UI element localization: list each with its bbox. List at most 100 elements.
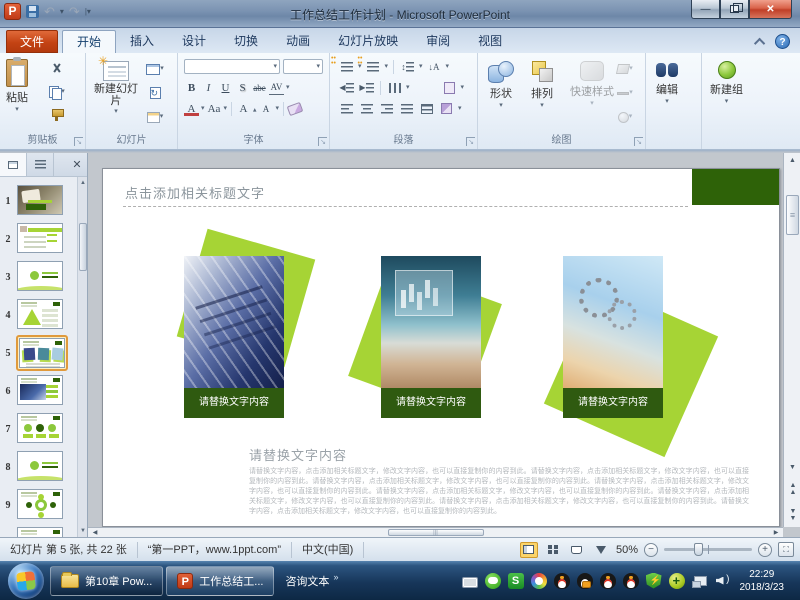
new-group-button[interactable]: 新建组 ▾ [710,61,743,105]
card-caption-1[interactable]: 请替换文字内容 [184,388,284,418]
security-plus-icon[interactable] [669,573,685,589]
decrease-indent-button[interactable]: ◀ [338,80,355,95]
shape-effects-button[interactable]: ▾ [616,109,634,125]
card-caption-3[interactable]: 请替换文字内容 [563,388,663,418]
next-slide-button[interactable]: ▼▼ [784,508,800,523]
line-spacing-button[interactable]: ↕ [399,59,416,74]
zoom-in-button[interactable]: + [758,543,772,557]
align-right-button[interactable] [378,101,395,116]
font-dialog-launcher-icon[interactable]: ↘ [318,137,327,146]
editing-button[interactable]: 编辑 ▾ [656,61,678,105]
wechat-icon[interactable] [485,573,501,589]
messenger-icon[interactable]: S [508,573,524,589]
reset-button[interactable] [146,85,164,101]
taskbar-toolbar[interactable]: 咨询文本 » [277,573,346,589]
horizontal-scrollbar[interactable]: ◀ ||| ▶ [88,527,783,537]
tab-animations[interactable]: 动画 [272,30,324,53]
vertical-scroll-thumb[interactable] [786,195,799,235]
tab-insert[interactable]: 插入 [116,30,168,53]
qq-icon-2[interactable] [577,573,593,589]
slide-thumbnail-3[interactable]: 3 [0,258,77,296]
collapse-ribbon-icon[interactable] [754,37,765,48]
section-button[interactable]: ▾ [146,109,164,125]
view-reading-button[interactable] [568,542,586,558]
arrange-button[interactable]: 排列 ▾ [530,61,554,109]
clear-formatting-icon[interactable] [287,101,304,115]
tab-transitions[interactable]: 切换 [220,30,272,53]
previous-slide-button[interactable]: ▲▲ [784,482,800,497]
qq-icon-1[interactable] [554,573,570,589]
font-name-combobox[interactable]: ▾ [184,59,280,74]
align-left-button[interactable] [338,101,355,116]
align-text-button[interactable] [441,80,458,95]
zoom-slider[interactable] [664,548,752,551]
network-icon[interactable] [692,573,708,589]
slide-thumbnail-10[interactable]: 10 [0,524,77,537]
strikethrough-button[interactable]: abe [252,80,267,95]
change-case-button[interactable]: Aa [207,101,222,116]
vertical-scrollbar[interactable]: ▲ ▼ ▲▲ ▼▼ [783,153,800,527]
format-painter-button[interactable] [48,107,66,123]
italic-button[interactable]: I [201,80,216,95]
scroll-down-icon[interactable]: ▼ [784,460,800,475]
tab-review[interactable]: 审阅 [412,30,464,53]
font-color-button[interactable]: A [184,101,199,116]
slide-thumbnail-8[interactable]: 8 [0,448,77,486]
body-text-placeholder[interactable]: 请替换文字内容，点击添加相关标题文字，修改文字内容，也可以直接复制你的内容到此。… [249,467,749,523]
smartart-button[interactable] [438,101,455,116]
font-size-combobox[interactable]: ▾ [283,59,323,74]
bullets-button[interactable] [338,59,355,74]
tab-slideshow[interactable]: 幻灯片放映 [324,30,412,53]
zoom-out-button[interactable]: − [644,543,658,557]
clipboard-dialog-launcher-icon[interactable]: ↘ [74,137,83,146]
text-direction-button[interactable]: ↓A [426,59,443,74]
tab-home[interactable]: 开始 [62,30,116,53]
text-shadow-button[interactable]: S [235,80,250,95]
tab-view[interactable]: 视图 [464,30,516,53]
cut-button[interactable] [48,61,66,77]
justify-button[interactable] [398,101,415,116]
restore-button[interactable] [720,0,749,19]
align-center-button[interactable] [358,101,375,116]
scroll-right-icon[interactable]: ▶ [769,529,783,536]
panel-scroll-down-icon[interactable]: ▼ [78,525,88,537]
help-icon[interactable]: ? [775,34,790,49]
tab-outline[interactable] [27,153,54,176]
character-spacing-button[interactable]: AV [269,80,284,95]
shape-outline-button[interactable]: ▾ [616,85,634,101]
taskbar-clock[interactable]: 22:29 2018/3/23 [738,568,793,594]
view-slide-sorter-button[interactable] [544,542,562,558]
slide-thumbnail-6[interactable]: 6 [0,372,77,410]
taskbar-button-powerpoint[interactable]: P 工作总结工... [166,566,274,596]
view-normal-button[interactable] [520,542,538,558]
toolbar-expand-icon[interactable]: » [333,572,338,582]
tab-file[interactable]: 文件 [6,30,58,53]
fit-to-window-button[interactable]: ⛶ [778,542,794,557]
panel-scroll-up-icon[interactable]: ▲ [78,177,88,189]
browser-icon[interactable] [531,573,547,589]
slide-title-placeholder[interactable]: 点击添加相关标题文字 [125,183,265,202]
card-caption-2[interactable]: 请替换文字内容 [381,388,481,418]
language-indicator[interactable]: 中文(中国) [292,542,364,558]
panel-scroll-thumb[interactable] [79,223,87,271]
increase-indent-button[interactable]: ▶ [358,80,375,95]
shape-fill-button[interactable]: ▾ [616,61,634,77]
layout-button[interactable]: ▾ [146,61,164,77]
bold-button[interactable]: B [184,80,199,95]
quick-styles-button[interactable]: 快速样式 ▾ [570,61,614,107]
underline-button[interactable]: U [218,80,233,95]
paste-button[interactable]: 粘贴 ▾ [6,59,28,113]
volume-icon[interactable] [715,573,731,589]
start-button[interactable] [8,563,44,599]
scroll-left-icon[interactable]: ◀ [88,529,102,536]
slide-thumbnail-1[interactable]: 1 [0,182,77,220]
drawing-dialog-launcher-icon[interactable]: ↘ [634,137,643,146]
zoom-level[interactable]: 50% [616,544,638,556]
copy-button[interactable]: ▾ [48,84,66,100]
qq-icon-3[interactable] [600,573,616,589]
antivirus-shield-icon[interactable] [646,573,662,589]
horizontal-scroll-thumb[interactable]: ||| [388,529,484,536]
slide-thumbnail-9[interactable]: 9 [0,486,77,524]
distribute-button[interactable] [418,101,435,116]
view-slideshow-button[interactable] [592,542,610,558]
